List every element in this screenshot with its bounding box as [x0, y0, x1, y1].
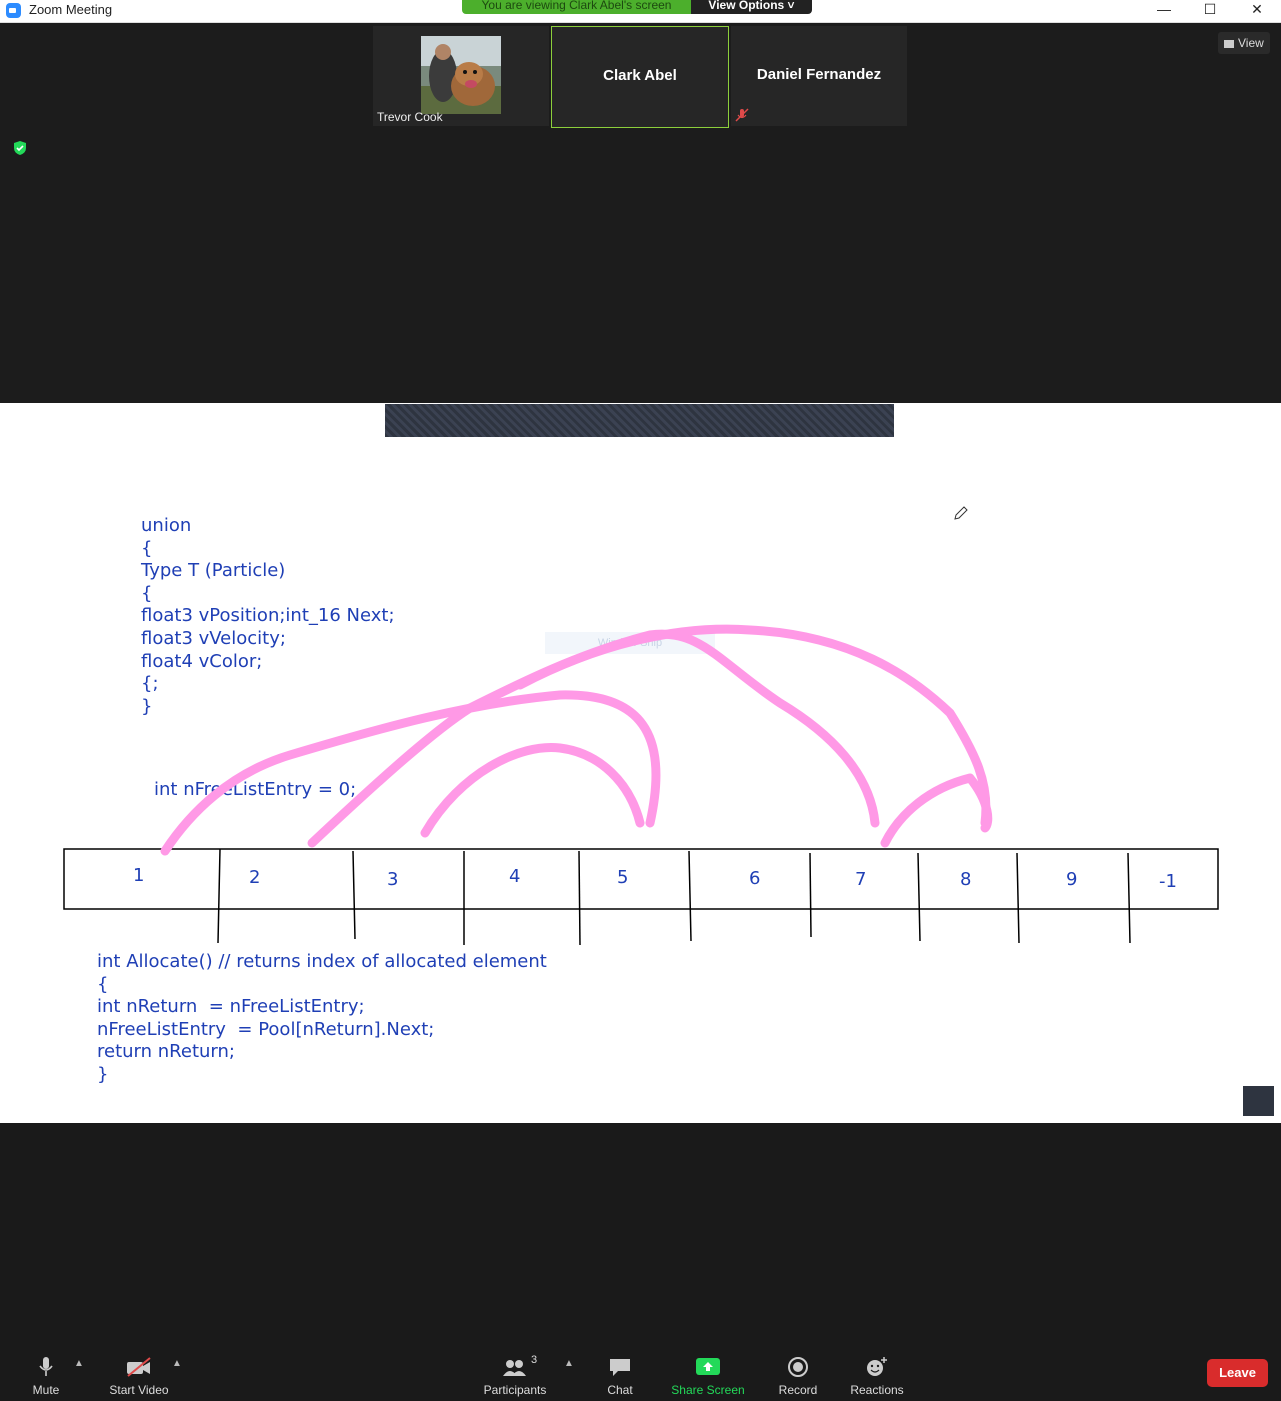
pool-cell: 8 — [960, 869, 972, 890]
participant-tile-daniel[interactable]: Daniel Fernandez — [731, 26, 907, 126]
reactions-button[interactable]: Reactions — [848, 1356, 906, 1397]
minimize-icon[interactable]: — — [1141, 0, 1187, 22]
mute-button[interactable]: Mute — [26, 1356, 66, 1397]
pool-array-dividers — [217, 848, 1131, 946]
pen-cursor-icon — [954, 506, 968, 520]
pool-cell: 6 — [749, 868, 761, 889]
share-screen-button[interactable]: Share Screen — [670, 1356, 746, 1397]
chat-label: Chat — [607, 1383, 633, 1397]
reactions-icon — [867, 1357, 887, 1376]
reactions-label: Reactions — [850, 1383, 904, 1397]
viewing-screen-banner: You are viewing Clark Abel's screen — [462, 0, 691, 14]
participant-tile-clark[interactable]: Clark Abel — [551, 26, 729, 128]
view-layout-button[interactable]: View — [1218, 32, 1270, 54]
pool-cell: 2 — [249, 867, 261, 888]
pool-array-box — [63, 848, 1219, 910]
microphone-icon — [39, 1357, 53, 1376]
pool-cell: 7 — [855, 869, 867, 890]
participants-label: Participants — [483, 1383, 547, 1397]
pool-cell: 3 — [387, 869, 399, 890]
corner-block — [1243, 1086, 1274, 1116]
window-title: Zoom Meeting — [29, 2, 113, 17]
shared-screen: Window Snip union { Type T (Particle) { … — [0, 403, 1281, 1123]
participant-name: Clark Abel — [603, 67, 677, 84]
meeting-controls-bar — [0, 1340, 1281, 1401]
pool-cell: 9 — [1066, 869, 1078, 890]
participants-options-caret-icon[interactable]: ▲ — [564, 1358, 574, 1369]
record-icon — [788, 1357, 808, 1377]
participants-count: 3 — [531, 1354, 538, 1366]
chat-button[interactable]: Chat — [602, 1356, 638, 1397]
record-button[interactable]: Record — [776, 1356, 820, 1397]
pink-ink-arrows — [160, 624, 993, 856]
participant-video-thumbnail — [421, 36, 501, 114]
participants-icon — [503, 1360, 526, 1376]
video-options-caret-icon[interactable]: ▲ — [172, 1358, 182, 1369]
security-shield-icon[interactable] — [12, 140, 28, 156]
maximize-icon[interactable]: ☐ — [1187, 0, 1233, 22]
participant-tile-trevor[interactable]: Trevor Cook — [373, 26, 549, 126]
share-screen-label: Share Screen — [671, 1383, 745, 1397]
video-off-icon — [127, 1357, 151, 1377]
start-video-label: Start Video — [109, 1383, 169, 1397]
record-label: Record — [778, 1383, 818, 1397]
whiteboard-drawing — [63, 506, 1274, 1116]
pool-cell: 1 — [133, 865, 145, 886]
share-screen-icon — [696, 1358, 720, 1375]
grid-icon — [1224, 39, 1234, 48]
participants-button[interactable]: 3 Participants — [478, 1354, 552, 1397]
participant-name: Trevor Cook — [377, 110, 443, 124]
participant-name: Daniel Fernandez — [756, 66, 882, 83]
mute-label: Mute — [32, 1383, 60, 1397]
view-label: View — [1238, 36, 1264, 50]
zoom-logo-icon — [6, 3, 21, 18]
leave-button[interactable]: Leave — [1207, 1359, 1268, 1387]
audio-options-caret-icon[interactable]: ▲ — [74, 1358, 84, 1369]
pool-cell: 4 — [509, 866, 521, 887]
start-video-button[interactable]: Start Video — [104, 1356, 174, 1397]
pool-cell: 5 — [617, 867, 629, 888]
view-options-button[interactable]: View Options ˅ — [691, 0, 812, 14]
muted-mic-icon — [735, 108, 749, 122]
chat-icon — [610, 1359, 630, 1376]
pool-cell: -1 — [1159, 871, 1177, 892]
close-icon[interactable]: ✕ — [1234, 0, 1280, 22]
